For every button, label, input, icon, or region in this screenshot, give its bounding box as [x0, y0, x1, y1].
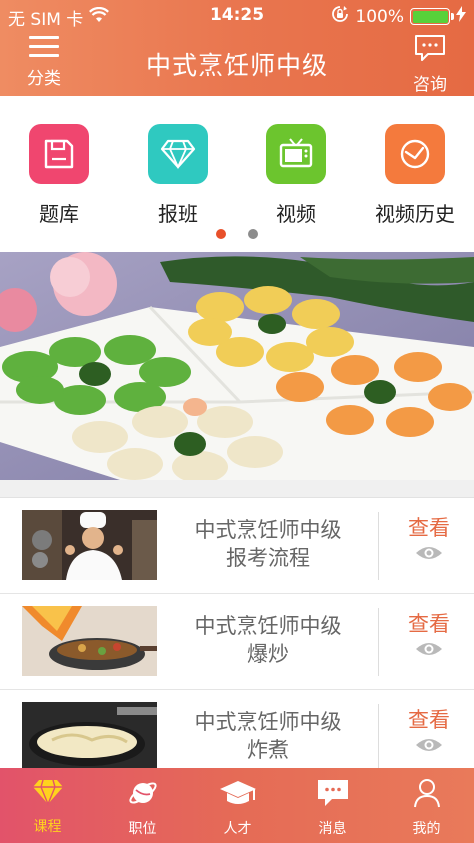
- view-label: 查看: [408, 612, 450, 636]
- course-row-registration[interactable]: 中式烹饪师中级 报考流程 查看: [0, 498, 474, 594]
- view-button[interactable]: 查看: [384, 704, 474, 758]
- tab-courses[interactable]: 课程: [0, 778, 95, 836]
- eye-icon: [384, 640, 474, 662]
- person-icon: [379, 778, 474, 812]
- rotation-lock-icon: [331, 5, 349, 28]
- planet-icon: [95, 778, 190, 812]
- row-divider: [378, 608, 379, 676]
- quick-nav-video-history[interactable]: 视频历史: [365, 124, 465, 227]
- battery-icon: [410, 8, 454, 25]
- course-title-line2: 报考流程: [226, 546, 310, 570]
- page-dot[interactable]: [247, 229, 258, 239]
- tab-messages[interactable]: 消息: [285, 778, 380, 838]
- course-title-line1: 中式烹饪师中级: [194, 518, 342, 542]
- tab-bar: 课程 职位 人才 消息 我的: [0, 768, 474, 843]
- quick-nav-label: 视频: [276, 202, 316, 226]
- course-title: 中式烹饪师中级 炸煮: [168, 708, 368, 764]
- top-header: 无 SIM 卡 14:25 100% 分类 中式烹饪师中级 咨询: [0, 0, 474, 96]
- course-list: 中式烹饪师中级 报考流程 查看 中式烹饪师中级 爆炒 查看 中式烹饪师中级 炸煮…: [0, 498, 474, 768]
- tab-label: 职位: [128, 821, 157, 837]
- chat-icon: [404, 34, 456, 66]
- clock-icon: [385, 124, 445, 184]
- row-divider: [378, 512, 379, 580]
- tab-profile[interactable]: 我的: [379, 778, 474, 838]
- tab-label: 我的: [412, 821, 441, 837]
- course-title-line2: 炸煮: [247, 738, 289, 762]
- wok-fire-thumbnail: [22, 606, 157, 676]
- dumplings-banner[interactable]: [0, 252, 474, 480]
- page-indicator[interactable]: [0, 224, 474, 243]
- status-right: 100%: [331, 5, 466, 28]
- status-bar: 无 SIM 卡 14:25 100%: [0, 0, 474, 30]
- fried-food-thumbnail: [22, 702, 157, 768]
- battery-percent: 100%: [355, 6, 404, 27]
- quick-nav-video[interactable]: 视频: [246, 124, 346, 227]
- eye-icon: [384, 544, 474, 566]
- tab-talent[interactable]: 人才: [190, 778, 285, 838]
- consult-button[interactable]: 咨询: [404, 34, 456, 95]
- graduation-cap-icon: [190, 778, 285, 812]
- quick-nav-question-bank[interactable]: 题库: [9, 124, 109, 227]
- view-button[interactable]: 查看: [384, 608, 474, 662]
- section-divider: [0, 480, 474, 498]
- quick-nav-enroll[interactable]: 报班: [128, 124, 228, 227]
- tab-label: 课程: [33, 819, 62, 835]
- course-row-fry-boil[interactable]: 中式烹饪师中级 炸煮 查看: [0, 690, 474, 768]
- chef-thumbnail: [22, 510, 157, 580]
- diamond-icon: [148, 124, 208, 184]
- page-title: 中式烹饪师中级: [145, 51, 328, 80]
- course-title: 中式烹饪师中级 报考流程: [168, 516, 368, 572]
- tv-icon: [266, 124, 326, 184]
- quick-nav-label: 题库: [39, 202, 79, 226]
- tab-label: 消息: [318, 821, 347, 837]
- view-label: 查看: [408, 708, 450, 732]
- tab-jobs[interactable]: 职位: [95, 778, 190, 838]
- tab-label: 人才: [223, 821, 252, 837]
- course-title-line1: 中式烹饪师中级: [194, 614, 342, 638]
- course-row-stir-fry[interactable]: 中式烹饪师中级 爆炒 查看: [0, 594, 474, 690]
- diamond-icon: [0, 778, 95, 810]
- quick-nav: 题库 报班 视频 视频历史: [0, 96, 474, 250]
- quick-nav-label: 视频历史: [375, 202, 455, 226]
- course-title: 中式烹饪师中级 爆炒: [168, 612, 368, 668]
- view-label: 查看: [408, 516, 450, 540]
- view-button[interactable]: 查看: [384, 512, 474, 566]
- row-divider: [378, 704, 379, 768]
- message-icon: [285, 778, 380, 812]
- consult-label: 咨询: [413, 75, 447, 95]
- page-dot-active[interactable]: [216, 229, 227, 239]
- floppy-disk-icon: [29, 124, 89, 184]
- charging-bolt-icon: [456, 6, 466, 27]
- quick-nav-label: 报班: [158, 202, 198, 226]
- eye-icon: [384, 736, 474, 758]
- course-title-line1: 中式烹饪师中级: [194, 710, 342, 734]
- course-title-line2: 爆炒: [247, 642, 289, 666]
